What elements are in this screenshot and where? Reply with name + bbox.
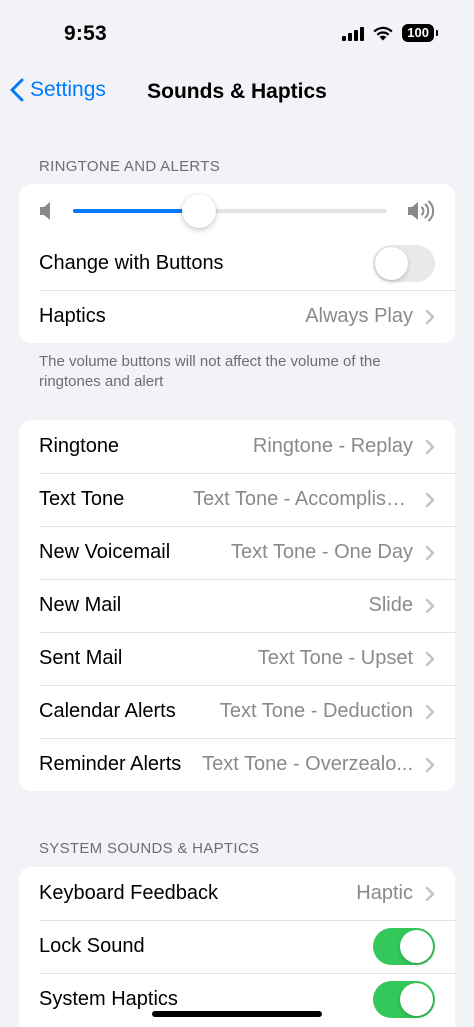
volume-slider-row — [19, 184, 455, 237]
volume-low-icon — [40, 202, 50, 220]
chevron-right-icon — [425, 492, 435, 507]
tone-value: Text Tone - One Day — [231, 541, 413, 563]
chevron-right-icon — [425, 886, 435, 901]
lock-sound-row: Lock Sound — [19, 920, 455, 973]
toggle-knob — [400, 930, 433, 963]
change-with-buttons-toggle[interactable] — [373, 245, 435, 282]
tone-row-calendar-alerts[interactable]: Calendar Alerts Text Tone - Deduction — [19, 685, 455, 738]
status-bar: 9:53 100 — [0, 0, 474, 60]
volume-slider-thumb[interactable] — [181, 194, 216, 228]
chevron-right-icon — [425, 598, 435, 613]
chevron-right-icon — [425, 704, 435, 719]
tone-row-ringtone[interactable]: Ringtone Ringtone - Replay — [19, 420, 455, 473]
tone-value: Text Tone - Accomplished — [193, 488, 413, 510]
section-header-system-sounds: SYSTEM SOUNDS & HAPTICS — [39, 840, 260, 857]
toggle-knob — [375, 247, 408, 280]
chevron-right-icon — [425, 651, 435, 666]
tone-row-text-tone[interactable]: Text Tone Text Tone - Accomplished — [19, 473, 455, 526]
volume-high-icon — [408, 200, 435, 222]
keyboard-feedback-value: Haptic — [356, 882, 413, 904]
haptics-row[interactable]: Haptics Always Play — [19, 290, 455, 343]
home-indicator[interactable] — [152, 1011, 322, 1017]
tones-group: Ringtone Ringtone - Replay Text Tone Tex… — [19, 420, 455, 791]
battery-icon: 100 — [402, 24, 438, 42]
tone-label: New Mail — [39, 594, 122, 616]
tone-row-reminder-alerts[interactable]: Reminder Alerts Text Tone - Overzealo... — [19, 738, 455, 791]
chevron-right-icon — [425, 309, 435, 324]
tone-value: Ringtone - Replay — [252, 435, 413, 457]
lock-sound-toggle[interactable] — [373, 928, 435, 965]
tone-label: Reminder Alerts — [39, 753, 182, 775]
keyboard-feedback-row[interactable]: Keyboard Feedback Haptic — [19, 867, 455, 920]
chevron-right-icon — [425, 757, 435, 772]
lock-sound-label: Lock Sound — [39, 935, 145, 957]
chevron-right-icon — [425, 545, 435, 560]
tone-label: Text Tone — [39, 488, 125, 510]
volume-slider[interactable] — [73, 209, 387, 213]
tone-label: Sent Mail — [39, 647, 123, 669]
change-with-buttons-label: Change with Buttons — [39, 252, 224, 274]
status-time: 9:53 — [64, 22, 107, 45]
tone-label: Calendar Alerts — [39, 700, 176, 722]
tone-value: Text Tone - Overzealo... — [202, 753, 413, 775]
wifi-icon — [373, 26, 393, 41]
tone-value: Text Tone - Upset — [257, 647, 413, 669]
page-title: Sounds & Haptics — [147, 80, 327, 103]
system-sounds-group: Keyboard Feedback Haptic Lock Sound Syst… — [19, 867, 455, 1027]
tone-label: Ringtone — [39, 435, 120, 457]
chevron-right-icon — [425, 439, 435, 454]
tone-value: Slide — [368, 594, 413, 616]
volume-slider-fill — [73, 209, 199, 213]
system-haptics-label: System Haptics — [39, 988, 178, 1010]
system-haptics-toggle[interactable] — [373, 981, 435, 1018]
haptics-label: Haptics — [39, 305, 106, 327]
tone-value: Text Tone - Deduction — [219, 700, 413, 722]
volume-footer-note: The volume buttons will not affect the v… — [39, 353, 381, 390]
ringtone-alerts-group: Change with Buttons Haptics Always Play — [19, 184, 455, 343]
tone-label: New Voicemail — [39, 541, 171, 563]
tone-row-new-voicemail[interactable]: New Voicemail Text Tone - One Day — [19, 526, 455, 579]
haptics-value: Always Play — [305, 305, 413, 327]
toggle-knob — [400, 983, 433, 1016]
change-with-buttons-row: Change with Buttons — [19, 237, 455, 290]
tone-row-new-mail[interactable]: New Mail Slide — [19, 579, 455, 632]
status-icons: 100 — [342, 24, 438, 42]
system-haptics-row: System Haptics — [19, 973, 455, 1026]
navigation-bar: Settings Sounds & Haptics — [0, 68, 474, 114]
tone-row-sent-mail[interactable]: Sent Mail Text Tone - Upset — [19, 632, 455, 685]
keyboard-feedback-label: Keyboard Feedback — [39, 882, 219, 904]
cellular-signal-icon — [342, 25, 365, 41]
section-header-ringtone-alerts: RINGTONE AND ALERTS — [39, 158, 221, 175]
